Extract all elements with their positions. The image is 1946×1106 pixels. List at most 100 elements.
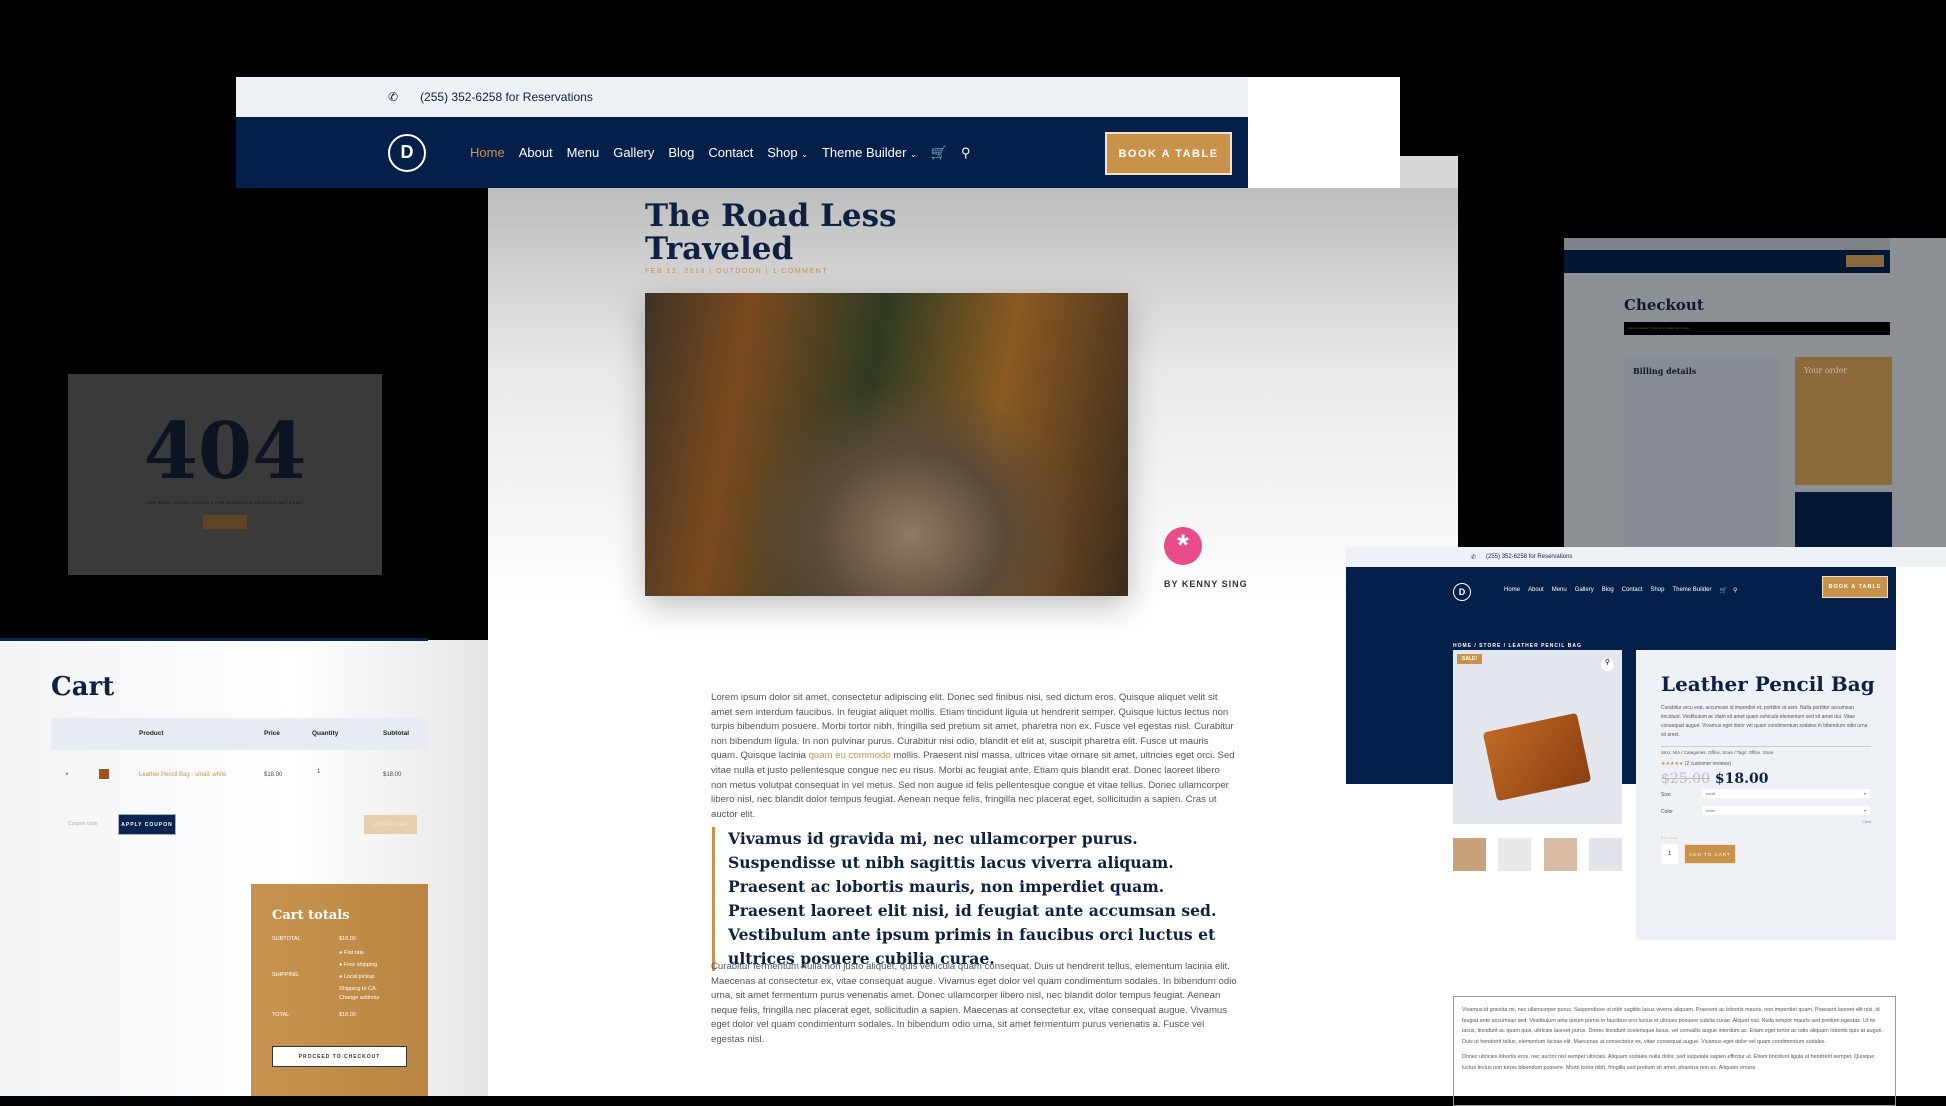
nav-contact[interactable]: Contact	[1622, 587, 1643, 594]
thumbnail[interactable]	[1544, 838, 1577, 871]
main-navigation: D Home About Menu Gallery Blog Contact S…	[236, 117, 1248, 188]
nav-contact[interactable]: Contact	[708, 145, 753, 160]
nav-menu[interactable]: Menu	[567, 145, 600, 160]
nav-theme-builder[interactable]: Theme Builder	[1672, 587, 1711, 594]
product-meta: SKU: N/A / Categories: Office, Store / T…	[1661, 746, 1871, 755]
post-meta: FEB 12, 2018 | OUTDOOR | 1 COMMENT	[645, 268, 828, 275]
apply-coupon-button[interactable]: APPLY COUPON	[118, 814, 176, 835]
product-title: Leather Pencil Bag	[1661, 672, 1875, 696]
size-value: small	[1706, 791, 1716, 796]
product-thumbnail	[99, 769, 109, 779]
color-label: Color	[1661, 809, 1673, 815]
shipping-option[interactable]: ● Local pickup	[339, 974, 374, 980]
nav-gallery[interactable]: Gallery	[613, 145, 654, 160]
book-a-table-button[interactable]: BOOK A TABLE	[1822, 576, 1888, 598]
cart-icon[interactable]: 🛒	[1719, 587, 1726, 594]
clear-link[interactable]: Clear	[1862, 819, 1872, 824]
author-name[interactable]: BY KENNY SING	[1164, 579, 1248, 589]
header-extension	[1248, 77, 1400, 188]
description-paragraph: Vivamus id gravida mi, nec ullamcorper p…	[1462, 1007, 1883, 1045]
total-value: $18.00	[339, 1012, 356, 1018]
nav-about[interactable]: About	[519, 145, 553, 160]
home-button[interactable]	[203, 515, 247, 529]
nav-gallery[interactable]: Gallery	[1575, 587, 1594, 594]
order-summary: Your order	[1795, 357, 1892, 485]
nav-shop[interactable]: Shop ⌄	[767, 145, 808, 160]
coupon-input[interactable]: Coupon code	[68, 821, 98, 827]
color-value: white	[1706, 808, 1716, 813]
thumbnail[interactable]	[1589, 838, 1622, 871]
cart-table-header: Product Price Quantity Subtotal	[51, 718, 428, 750]
old-price: $25.00	[1661, 771, 1710, 787]
phone-icon: ✆	[388, 90, 399, 104]
remove-item-icon[interactable]: ×	[65, 772, 69, 778]
shipping-option[interactable]: ● Flat rate	[339, 950, 364, 956]
breadcrumb[interactable]: HOME / STORE / LEATHER PENCIL BAG	[1453, 643, 1582, 649]
change-address-link[interactable]: Change address	[339, 995, 379, 1001]
shipping-label: SHIPPING	[272, 972, 299, 978]
update-cart-button[interactable]: UPDATE CART	[364, 815, 417, 834]
nav-blog[interactable]: Blog	[668, 145, 694, 160]
cart-icon[interactable]: 🛒	[931, 145, 947, 161]
zoom-icon[interactable]: ⚲	[1601, 658, 1614, 671]
color-select[interactable]: white ▾	[1702, 806, 1870, 815]
dropdown-arrow-icon: ▾	[1863, 808, 1866, 813]
nav-blog[interactable]: Blog	[1602, 587, 1614, 594]
size-select[interactable]: small ▾	[1702, 789, 1870, 798]
logo[interactable]: D	[388, 133, 426, 172]
nav-theme-builder[interactable]: Theme Builder ⌄	[822, 145, 917, 160]
option-label: Local pickup	[343, 974, 375, 980]
product-link[interactable]: Leather Pencil Bag - small, white	[139, 772, 226, 778]
nav-theme-builder-label: Theme Builder	[821, 145, 907, 160]
book-a-table-button[interactable]: BOOK A TABLE	[1105, 132, 1232, 175]
book-a-table-button[interactable]	[1846, 255, 1884, 267]
inline-link[interactable]: quam eu commodo	[809, 750, 891, 761]
thumbnail[interactable]	[1453, 838, 1486, 871]
option-label: Free shipping	[343, 962, 378, 968]
cart-row: × Leather Pencil Bag - small, white $18.…	[51, 769, 428, 788]
error-code: 404	[143, 406, 307, 497]
reviews-link[interactable]: (2 customer reviews)	[1685, 761, 1731, 767]
cart-title: Cart	[51, 672, 115, 702]
add-to-cart-button[interactable]: ADD TO CART	[1684, 844, 1736, 864]
size-label: Size	[1661, 792, 1671, 798]
star-icons: ★★★★★	[1661, 761, 1684, 767]
phone-number[interactable]: (255) 352-6258 for Reservations	[1486, 554, 1572, 560]
nav-about[interactable]: About	[1528, 587, 1544, 594]
nav-menu[interactable]: Menu	[1552, 587, 1567, 594]
total-label: TOTAL	[272, 1012, 290, 1018]
product-page-preview: ✆ (255) 352-6258 for Reservations D Home …	[1346, 547, 1946, 1106]
shipping-option[interactable]: ● Free shipping	[339, 962, 377, 968]
coupon-notice[interactable]: Have a coupon? Click here to enter your …	[1624, 322, 1890, 335]
phone-number[interactable]: (255) 352-6258 for Reservations	[420, 90, 593, 104]
col-price: Price	[264, 730, 280, 737]
phone-icon: ✆	[1471, 554, 1477, 561]
quantity-input[interactable]: 1	[317, 769, 320, 775]
thumbnail[interactable]	[1498, 838, 1531, 871]
col-subtotal: Subtotal	[383, 730, 409, 737]
blockquote: Vivamus id gravida mi, nec ullamcorper p…	[712, 827, 1234, 971]
cart-totals-title: Cart totals	[272, 908, 350, 923]
product-description: Curabitur arcu erat, accumsan id imperdi…	[1661, 705, 1868, 738]
search-icon[interactable]: ⚲	[1733, 587, 1737, 594]
col-quantity: Quantity	[312, 730, 339, 737]
checkout-topbar	[1564, 238, 1890, 250]
cart-totals: Cart totals SUBTOTAL $18.00 ● Flat rate …	[251, 884, 428, 1096]
nav-shop[interactable]: Shop	[1650, 587, 1664, 594]
payment-box	[1795, 492, 1892, 547]
nav-shop-label: Shop	[767, 145, 798, 160]
billing-form: Billing details	[1624, 357, 1779, 547]
proceed-to-checkout-button[interactable]: PROCEED TO CHECKOUT	[272, 1046, 407, 1067]
title-line: Traveled	[645, 231, 794, 267]
logo[interactable]: D	[1453, 583, 1471, 601]
price: $25.00 $18.00	[1661, 771, 1768, 787]
subtotal-label: SUBTOTAL	[272, 936, 301, 942]
nav-home[interactable]: Home	[470, 145, 505, 160]
nav-home[interactable]: Home	[1504, 587, 1520, 594]
checkout-title: Checkout	[1624, 296, 1704, 314]
search-icon[interactable]: ⚲	[961, 145, 971, 161]
sale-badge: SALE!	[1457, 654, 1482, 664]
quantity-input[interactable]: 1	[1661, 844, 1678, 864]
description-paragraph: Donec ultricies lobortis eros, nec aucto…	[1462, 1054, 1875, 1071]
price: $18.00	[264, 772, 283, 778]
